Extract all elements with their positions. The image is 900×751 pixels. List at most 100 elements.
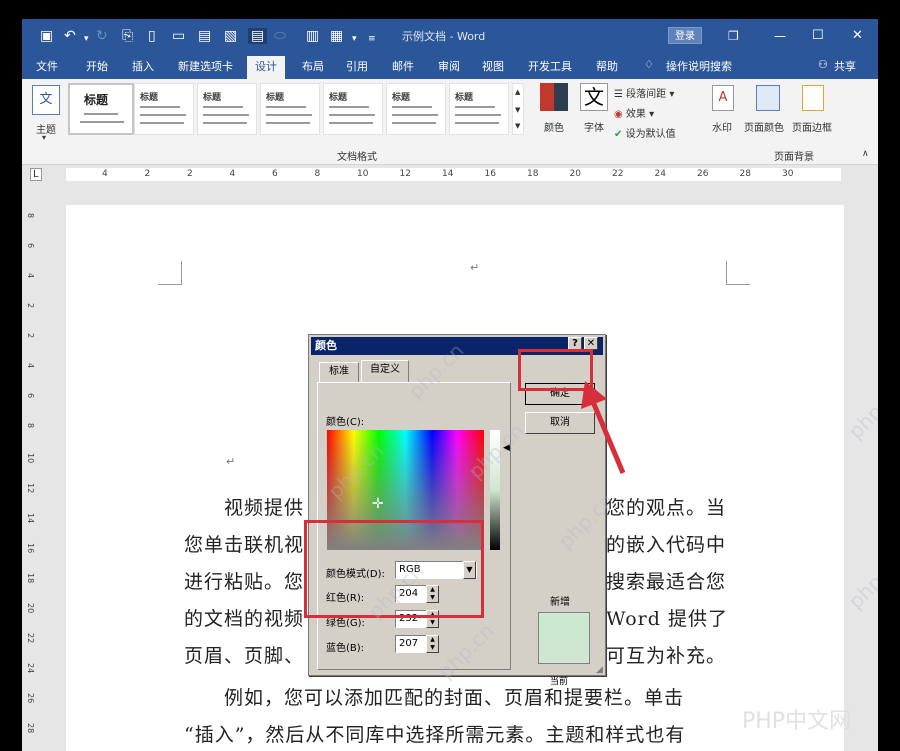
ribbon-display-icon[interactable]: ❐: [728, 28, 739, 44]
ruler-number: 16: [484, 169, 496, 179]
ruler-bar[interactable]: 4 2 2 4 6 8 10 12 14 16 18 20 22 24 26 28 30: [66, 168, 841, 181]
redo-icon[interactable]: ↻: [96, 28, 108, 44]
crosshair-icon: ✛: [372, 496, 384, 512]
brand-watermark: PHP中文网: [742, 709, 852, 734]
paragraph-spacing-button[interactable]: ☰ 段落间距 ▾: [614, 85, 674, 100]
style-gallery-item[interactable]: 标题: [68, 83, 134, 135]
ruler-number: 4: [26, 363, 35, 369]
tab-custom[interactable]: 自定义: [361, 360, 409, 383]
window-title: 示例文档 - Word: [402, 30, 486, 43]
collapse-ribbon-icon[interactable]: ∧: [862, 149, 869, 159]
customize-qat-icon[interactable]: ≡: [368, 31, 376, 47]
share-button[interactable]: 共享: [834, 58, 856, 74]
doc-line: Word 提供了: [606, 608, 728, 630]
doc-line: 您的观点。当: [606, 497, 727, 519]
login-button[interactable]: 登录: [668, 27, 702, 44]
style-gallery-item[interactable]: 标题: [323, 83, 383, 135]
themes-icon[interactable]: 文: [32, 85, 60, 115]
ruler-number: 2: [144, 169, 151, 179]
page-color-icon[interactable]: [756, 85, 780, 111]
blue-input[interactable]: 207: [395, 635, 427, 653]
vertical-ruler[interactable]: 8 6 4 2 2 4 6 8 10 12 14 16 18 20 22 24 26 28: [22, 205, 40, 751]
tab-standard[interactable]: 标准: [319, 362, 359, 383]
tab-selector-icon[interactable]: L: [30, 168, 42, 181]
close-button[interactable]: ✕: [852, 28, 863, 44]
style-gallery-item[interactable]: 标题: [260, 83, 320, 135]
doc-line: “插入”，然后从不同库中选择所需元素。主题和样式也有: [184, 724, 686, 746]
save-icon[interactable]: ▣: [40, 28, 53, 44]
minimize-button[interactable]: —: [774, 28, 786, 44]
set-default-button[interactable]: ✔ 设为默认值: [614, 125, 676, 140]
tab-home[interactable]: 开始: [86, 58, 108, 74]
tab-help[interactable]: 帮助: [596, 58, 618, 74]
colors-label: 颜色: [544, 123, 564, 134]
tab-mailings[interactable]: 邮件: [392, 58, 414, 74]
page-bg-group-label: 页面背景: [774, 152, 814, 163]
tab-file[interactable]: 文件: [36, 58, 58, 74]
page-border-icon[interactable]: [802, 85, 824, 111]
tab-view[interactable]: 视图: [482, 58, 504, 74]
page-color-label: 页面颜色: [744, 123, 784, 134]
watermark-icon[interactable]: A: [712, 85, 734, 111]
tab-developer[interactable]: 开发工具: [528, 58, 572, 74]
margin-corner: [726, 261, 750, 285]
ruler-number: 8: [314, 169, 321, 179]
page-border-label: 页面边框: [792, 123, 832, 134]
ruler-number: 12: [399, 169, 411, 179]
doc-line: 例如，您可以添加匹配的封面、页眉和提要栏。单击: [224, 687, 685, 709]
margin-corner: [158, 261, 182, 285]
gallery-group-label: 文档格式: [337, 152, 377, 163]
current-color-swatch: [538, 638, 590, 664]
ruler-number: 8: [26, 213, 35, 219]
blue-spinner[interactable]: ▲ ▼: [426, 635, 439, 653]
clipboard-icon[interactable]: ▦: [330, 28, 343, 44]
tab-insert[interactable]: 插入: [132, 58, 154, 74]
style-gallery-item[interactable]: 标题: [134, 83, 194, 135]
ruler-number: 2: [187, 169, 193, 179]
paragraph-mark: ↵: [226, 455, 236, 468]
ruler-number: 16: [26, 543, 35, 554]
style-gallery-item[interactable]: 标题: [449, 83, 509, 135]
style-gallery-scroll[interactable]: ▲ ▼ ▼: [512, 83, 524, 135]
red-arrow-icon: [581, 381, 626, 474]
colors-icon[interactable]: [540, 83, 568, 111]
columns-icon[interactable]: ▥: [306, 28, 319, 44]
style-gallery-item[interactable]: 标题: [386, 83, 446, 135]
more-icon: ▼: [515, 122, 521, 130]
print-preview-icon[interactable]: ⎘: [122, 28, 133, 44]
fonts-icon[interactable]: 文: [580, 83, 608, 111]
ribbon-tabs: 文件 开始 插入 新建选项卡 设计 布局 引用 邮件 审阅 视图 开发工具 帮助…: [22, 53, 878, 79]
tab-design[interactable]: 设计: [247, 56, 285, 79]
style-gallery-item[interactable]: 标题: [197, 83, 257, 135]
current-color-label: 当前: [550, 677, 569, 687]
read-mode-icon[interactable]: ▤: [248, 28, 268, 44]
open-icon[interactable]: ▭: [172, 28, 185, 44]
ruler-number: 2: [26, 333, 35, 339]
shape-icon[interactable]: ⬭: [274, 28, 286, 44]
dropdown-icon[interactable]: ▾: [352, 31, 357, 47]
maximize-button[interactable]: ☐: [812, 28, 824, 44]
chevron-up-icon: ▲: [515, 88, 521, 96]
effects-button[interactable]: ◉ 效果 ▾: [614, 105, 654, 120]
new-doc-icon[interactable]: ▯: [148, 28, 156, 44]
tab-review[interactable]: 审阅: [438, 58, 460, 74]
ruler-number: 20: [569, 169, 581, 179]
tell-me-search[interactable]: 操作说明搜索: [666, 58, 732, 74]
paste-icon[interactable]: ▤: [198, 28, 211, 44]
tab-references[interactable]: 引用: [346, 58, 368, 74]
tab-new[interactable]: 新建选项卡: [178, 58, 233, 74]
lightbulb-icon: ♢: [644, 58, 654, 71]
image-icon[interactable]: ▧: [224, 28, 237, 44]
undo-icon[interactable]: ↶: [64, 28, 76, 44]
effects-icon: ◉: [614, 109, 623, 120]
screenshot-root: ▣ ↶ ▾ ↻ ⎘ ▯ ▭ ▤ ▧ ▤ ⬭ ▥ ▦ ▾ ≡ 示例文档 - Wor…: [0, 0, 900, 751]
ruler-number: 26: [26, 693, 35, 704]
chevron-down-icon: ▼: [515, 106, 521, 114]
colors-picker-label: 颜色(C):: [326, 417, 365, 428]
ruler-number: 8: [26, 423, 35, 429]
ruler-number: 6: [26, 393, 35, 399]
tab-layout[interactable]: 布局: [302, 58, 324, 74]
resize-grip-icon[interactable]: ◢: [596, 665, 603, 675]
dropdown-icon[interactable]: ▾: [84, 31, 89, 47]
ruler-number: 20: [26, 603, 35, 614]
